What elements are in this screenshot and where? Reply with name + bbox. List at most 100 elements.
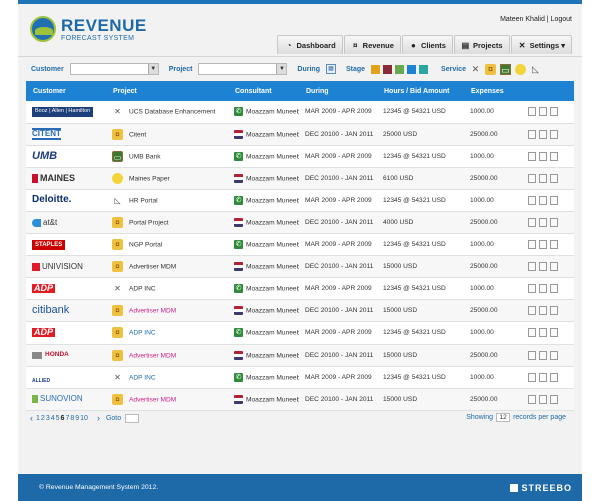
delete-icon[interactable] (550, 262, 558, 272)
stage-swatch-2[interactable] (395, 64, 405, 74)
col-hours[interactable]: Hours / Bid Amount (377, 81, 464, 101)
table-row[interactable]: ADP ¤ ADP INC ✆ Moazzam Muneeb MAR 2009 - APR… (26, 321, 574, 345)
project-name[interactable]: HR Portal (129, 197, 158, 204)
copy-icon[interactable] (539, 218, 547, 228)
delete-icon[interactable] (550, 328, 558, 338)
edit-icon[interactable] (528, 173, 536, 183)
table-row[interactable]: UMB ▭ UMB Bank ✆ Moazzam Muneeb MAR 2009 - AP… (26, 145, 574, 168)
edit-icon[interactable] (528, 394, 536, 404)
coins-icon[interactable]: ¤ (484, 63, 496, 75)
col-project[interactable]: Project (106, 81, 228, 101)
customer-logo[interactable]: Booz | Allen | Hamilton (32, 107, 94, 117)
customer-logo[interactable]: UMB (32, 150, 57, 162)
page-link-5[interactable]: 5 (56, 415, 60, 422)
table-row[interactable]: Booz | Allen | Hamilton ✕ UCS Database Enh… (26, 101, 574, 124)
stage-swatch-4[interactable] (419, 64, 429, 74)
delete-icon[interactable] (550, 173, 558, 183)
logout-link[interactable]: Logout (551, 16, 572, 23)
nav-item-1[interactable]: ¤ Revenue (343, 35, 401, 54)
delete-icon[interactable] (550, 195, 558, 205)
customer-logo[interactable]: UNIVISION (32, 262, 83, 271)
delete-icon[interactable] (550, 372, 558, 382)
stage-swatch-0[interactable] (371, 64, 381, 74)
edit-icon[interactable] (528, 218, 536, 228)
nav-item-3[interactable]: ▤ Projects (453, 35, 510, 54)
delete-icon[interactable] (550, 284, 558, 294)
stage-swatch-1[interactable] (383, 64, 393, 74)
col-consultant[interactable]: Consultant (228, 81, 299, 101)
tools-icon[interactable]: ✕ (470, 64, 481, 75)
brand-logo[interactable]: STREEBO (510, 483, 572, 493)
username-link[interactable]: Mateen Khalid (500, 16, 545, 23)
delete-icon[interactable] (550, 350, 558, 360)
delete-icon[interactable] (550, 107, 558, 117)
table-row[interactable]: HONDA ¤ Advertiser MDM Moazzam Muneeb DEC 20… (26, 344, 574, 367)
calendar-icon[interactable]: ▦ (325, 64, 336, 74)
edit-icon[interactable] (528, 350, 536, 360)
project-name[interactable]: UMB Bank (129, 153, 161, 160)
prev-page-icon[interactable]: ‹ (30, 413, 33, 423)
customer-logo[interactable]: Deloitte. (32, 195, 71, 205)
col-during[interactable]: During (299, 81, 377, 101)
table-row[interactable]: MAINES Maines Paper Moazzam Muneeb DEC 2010… (26, 167, 574, 190)
copy-icon[interactable] (539, 372, 547, 382)
project-name[interactable]: Portal Project (129, 219, 169, 226)
nav-item-0[interactable]: ◔ Dashboard (277, 35, 343, 54)
copy-icon[interactable] (539, 151, 547, 161)
col-expenses[interactable]: Expenses (464, 81, 522, 101)
project-name[interactable]: Citent (129, 131, 146, 138)
table-row[interactable]: ADP ✕ ADP INC ✆ Moazzam Muneeb MAR 2009 - APR… (26, 277, 574, 301)
delete-icon[interactable] (550, 394, 558, 404)
project-name[interactable]: ADP INC (129, 330, 156, 337)
copy-icon[interactable] (539, 306, 547, 316)
project-name[interactable]: ADP INC (129, 286, 156, 293)
edit-icon[interactable] (528, 372, 536, 382)
edit-icon[interactable] (528, 195, 536, 205)
copy-icon[interactable] (539, 350, 547, 360)
logo[interactable]: REVENUE FORECAST SYSTEM (30, 16, 147, 42)
copy-icon[interactable] (539, 284, 547, 294)
customer-logo[interactable]: ADP (32, 284, 56, 294)
page-link-4[interactable]: 4 (51, 415, 55, 422)
page-link-8[interactable]: 8 (70, 415, 74, 422)
delete-icon[interactable] (550, 306, 558, 316)
table-row[interactable]: CITENT ¤ Citent Moazzam Muneeb DEC 20100 - J… (26, 123, 574, 146)
project-name[interactable]: UCS Database Enhancement (129, 109, 216, 116)
project-name[interactable]: Advertiser MDM (129, 308, 176, 315)
customer-logo[interactable]: ALLIED (32, 371, 50, 384)
table-row[interactable]: at&t ¤ Portal Project Moazzam Muneeb DEC 201… (26, 211, 574, 235)
project-name[interactable]: NGP Portal (129, 241, 162, 248)
edit-icon[interactable] (528, 151, 536, 161)
col-customer[interactable]: Customer (26, 81, 106, 101)
customer-logo[interactable]: CITENT (32, 128, 61, 141)
delete-icon[interactable] (550, 240, 558, 250)
table-row[interactable]: SUNOVION ¤ Advertiser MDM Moazzam Muneeb DEC… (26, 388, 574, 411)
page-link-1[interactable]: 1 (36, 415, 40, 422)
page-link-7[interactable]: 7 (65, 415, 69, 422)
copy-icon[interactable] (539, 195, 547, 205)
customer-logo[interactable]: HONDA (32, 352, 69, 359)
copy-icon[interactable] (539, 262, 547, 272)
project-name[interactable]: Maines Paper (129, 175, 170, 182)
nav-item-4[interactable]: ✕ Settings ▾ (510, 35, 572, 54)
delete-icon[interactable] (550, 218, 558, 228)
customer-logo[interactable]: SUNOVION (32, 395, 83, 404)
nav-item-2[interactable]: ● Clients (401, 35, 453, 54)
project-name[interactable]: Advertiser MDM (129, 396, 176, 403)
edit-icon[interactable] (528, 306, 536, 316)
edit-icon[interactable] (528, 240, 536, 250)
page-link-6[interactable]: 6 (61, 415, 65, 422)
copy-icon[interactable] (539, 173, 547, 183)
copy-icon[interactable] (539, 394, 547, 404)
customer-select[interactable]: ▼ (69, 63, 159, 75)
per-page-input[interactable]: 12 (496, 413, 511, 422)
ruler-icon[interactable]: ◺ (530, 64, 541, 75)
page-link-10[interactable]: 10 (80, 415, 88, 422)
table-row[interactable]: UNIVISION ¤ Advertiser MDM Moazzam Muneeb DE… (26, 255, 574, 279)
page-link-3[interactable]: 3 (46, 415, 50, 422)
board-icon[interactable]: ▭ (499, 63, 511, 75)
copy-icon[interactable] (539, 240, 547, 250)
project-name[interactable]: ADP INC (129, 374, 156, 381)
project-name[interactable]: Advertiser MDM (129, 263, 176, 270)
edit-icon[interactable] (528, 328, 536, 338)
